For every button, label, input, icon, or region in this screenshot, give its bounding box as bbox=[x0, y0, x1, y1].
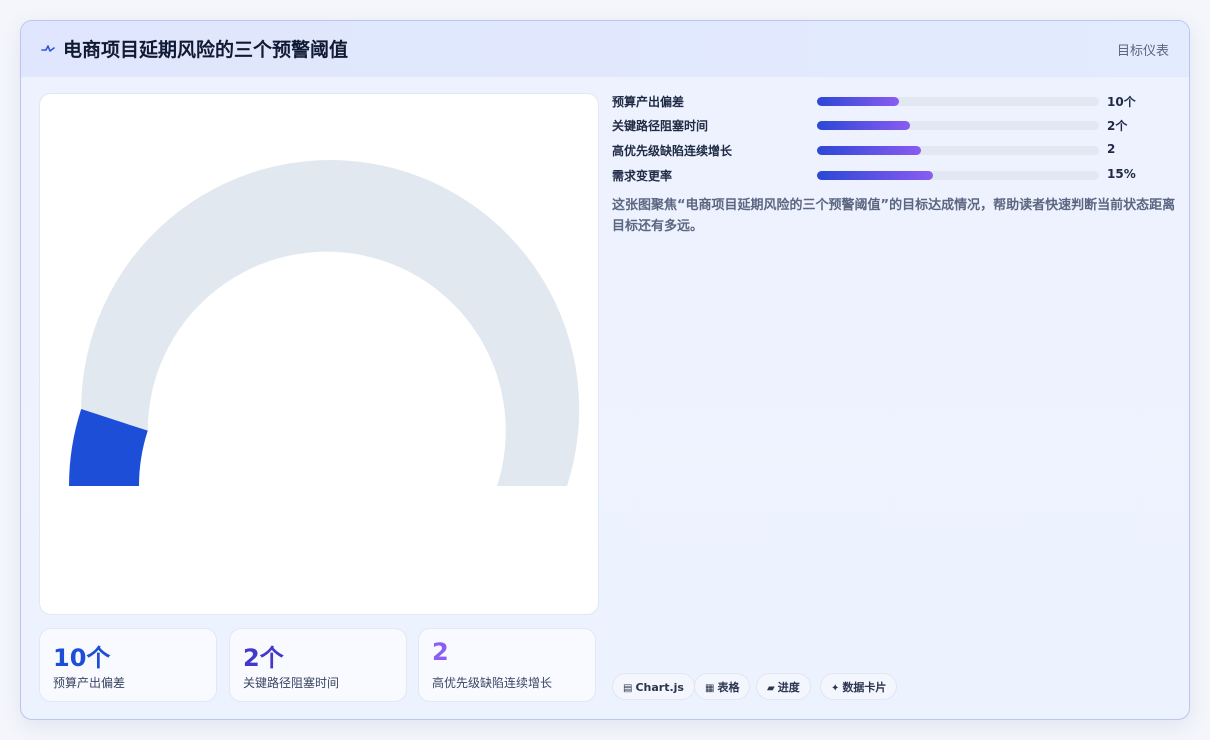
progress-icon: ▰ bbox=[767, 683, 775, 694]
chip-label: 进度 bbox=[777, 681, 800, 694]
stat-value: 2 bbox=[432, 638, 449, 666]
stat-card-defects: 2 高优先级缺陷连续增长 bbox=[418, 628, 596, 702]
chart-icon: ▤ bbox=[623, 683, 633, 694]
metric-row-defects: 高优先级缺陷连续增长 2 bbox=[612, 141, 1172, 159]
metric-fill bbox=[817, 97, 899, 106]
chip-label: 数据卡片 bbox=[842, 681, 887, 694]
view-tag: 目标仪表 bbox=[1116, 44, 1169, 59]
metric-label: 关键路径阻塞时间 bbox=[612, 119, 709, 133]
stat-label: 高优先级缺陷连续增长 bbox=[432, 676, 553, 690]
dashboard-card: 电商项目延期风险的三个预警阈值 目标仪表 10个 预算产出偏差 2个 关键路径阻… bbox=[20, 20, 1190, 720]
metric-row-change-rate: 需求变更率 15% bbox=[612, 166, 1172, 184]
metric-track bbox=[817, 121, 1099, 130]
metric-track bbox=[817, 146, 1099, 155]
pulse-icon bbox=[41, 45, 55, 52]
card-header: 电商项目延期风险的三个预警阈值 目标仪表 bbox=[21, 21, 1189, 77]
chip-table[interactable]: ▦ 表格 bbox=[694, 673, 751, 700]
stat-card-critical-path: 2个 关键路径阻塞时间 bbox=[229, 628, 407, 702]
chip-label: 表格 bbox=[717, 681, 740, 694]
stat-label: 关键路径阻塞时间 bbox=[243, 676, 340, 690]
sparkle-icon: ✦ bbox=[831, 683, 840, 694]
metric-track bbox=[817, 97, 1099, 106]
chip-progress[interactable]: ▰ 进度 bbox=[756, 673, 811, 700]
chip-chartjs[interactable]: ▤ Chart.js bbox=[612, 673, 695, 700]
gauge-track bbox=[81, 160, 580, 486]
stat-label: 预算产出偏差 bbox=[53, 676, 126, 690]
chip-data-card[interactable]: ✦ 数据卡片 bbox=[820, 673, 898, 700]
metric-label: 预算产出偏差 bbox=[612, 95, 685, 109]
metric-fill bbox=[817, 146, 922, 155]
metric-fill bbox=[817, 121, 911, 130]
gauge-panel bbox=[39, 93, 599, 615]
metric-label: 高优先级缺陷连续增长 bbox=[612, 144, 733, 158]
metric-value: 2个 bbox=[1107, 119, 1128, 133]
metric-value: 2 bbox=[1107, 142, 1116, 156]
metric-row-budget: 预算产出偏差 10个 bbox=[612, 92, 1172, 110]
stat-value: 2个 bbox=[243, 644, 284, 672]
chip-label: Chart.js bbox=[635, 681, 684, 694]
metric-value: 15% bbox=[1107, 167, 1136, 181]
metric-track bbox=[817, 171, 1099, 180]
stat-card-budget: 10个 预算产出偏差 bbox=[39, 628, 217, 702]
metric-row-critical-path: 关键路径阻塞时间 2个 bbox=[612, 116, 1172, 134]
metric-fill bbox=[817, 171, 933, 180]
metric-value: 10个 bbox=[1107, 95, 1136, 109]
chart-description: 这张图聚焦“电商项目延期风险的三个预警阈值”的目标达成情况，帮助读者快速判断当前… bbox=[612, 198, 1176, 234]
gauge-chart bbox=[69, 160, 580, 486]
metric-label: 需求变更率 bbox=[612, 169, 673, 183]
stat-value: 10个 bbox=[53, 644, 111, 672]
table-icon: ▦ bbox=[705, 683, 715, 694]
page-title: 电商项目延期风险的三个预警阈值 bbox=[63, 39, 349, 61]
